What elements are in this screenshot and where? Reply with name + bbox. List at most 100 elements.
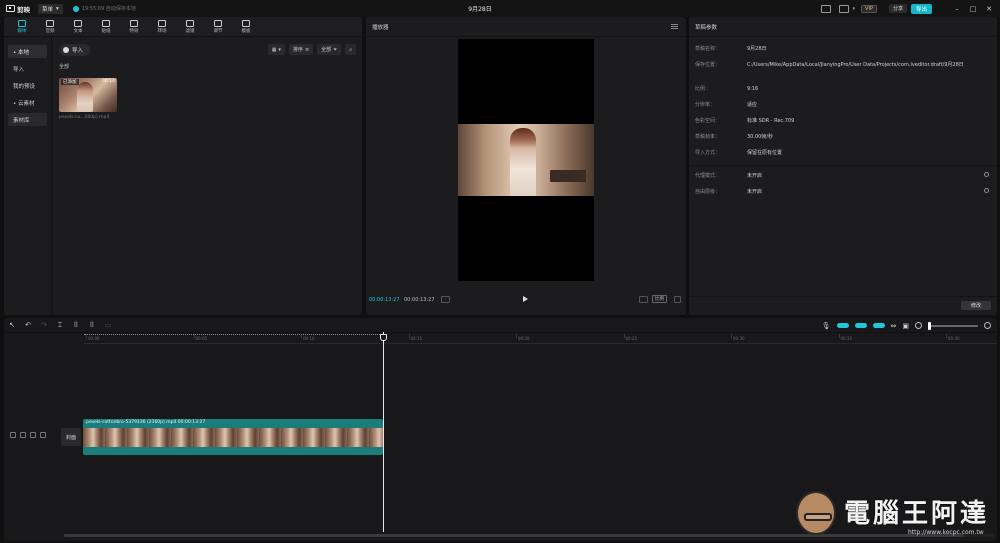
layout-icon[interactable]	[838, 4, 849, 13]
fit-icon[interactable]	[639, 296, 648, 303]
track-controls	[10, 432, 46, 438]
filter-button[interactable]: 全部 ⏷	[317, 44, 342, 55]
audio-icon	[46, 19, 54, 27]
tab-adjust[interactable]: 调节	[204, 17, 232, 36]
playhead[interactable]	[383, 332, 384, 532]
fullscreen-icon[interactable]	[674, 296, 681, 303]
tab-text[interactable]: 文本	[64, 17, 92, 36]
share-button[interactable]: 分享	[888, 4, 907, 13]
player-panel: 播放器 00:00:13:27 00:00:13:27 比例	[366, 17, 686, 315]
nav-local[interactable]: • 本地	[8, 45, 47, 58]
playhead-handle[interactable]	[380, 334, 387, 341]
watermark-text: 電腦王阿達	[844, 499, 990, 529]
linkage-icon[interactable]	[872, 323, 885, 328]
text-icon	[74, 19, 82, 27]
speaker-icon[interactable]	[40, 432, 46, 438]
zoom-slider[interactable]	[928, 321, 978, 330]
play-icon[interactable]	[523, 296, 528, 302]
adjust-icon	[214, 19, 222, 27]
plus-icon	[63, 47, 69, 53]
param-value: C:/Users/Mike/AppData/Local/JianyingPro/…	[747, 62, 964, 68]
timecode-mode-icon[interactable]	[441, 296, 450, 303]
track-visibility-icon[interactable]	[10, 432, 16, 438]
import-label: 导入	[72, 48, 84, 54]
ratio-button[interactable]: 比例	[652, 295, 667, 303]
preview-axis-icon[interactable]: ⇔	[891, 322, 897, 330]
tab-effects[interactable]: 特效	[120, 17, 148, 36]
param-value: 30.00帧/秒	[747, 134, 773, 140]
lock-icon[interactable]	[20, 432, 26, 438]
zoom-out-icon[interactable]	[915, 322, 922, 329]
param-label: 导入方式：	[695, 150, 721, 156]
ruler-tick	[838, 334, 840, 338]
redo-icon[interactable]: ↷	[40, 321, 48, 329]
info-icon[interactable]	[984, 188, 989, 193]
tab-sticker[interactable]: 贴纸	[92, 17, 120, 36]
select-cursor-icon[interactable]: ↖	[8, 321, 16, 329]
trim-right-icon[interactable]: ⌷	[88, 321, 96, 329]
info-icon[interactable]	[984, 172, 989, 177]
cover-button[interactable]: 封面	[61, 428, 81, 446]
caption-icon[interactable]: ▣	[902, 322, 909, 330]
undo-icon[interactable]: ↶	[24, 321, 32, 329]
main-track-magnet-icon[interactable]	[836, 323, 849, 328]
microphone-icon[interactable]: 🎙︎	[822, 322, 831, 330]
maximize-icon[interactable]: □	[968, 5, 978, 13]
top-bar: 剪映 菜单 ▾ 19:55:09 自动保存本地 9月28日 ▾ VIP 分享 导…	[0, 0, 1000, 17]
tab-transition[interactable]: 转场	[148, 17, 176, 36]
param-label: 草稿帧率：	[695, 134, 721, 140]
nav-cloud[interactable]: • 云素材	[8, 96, 47, 109]
view-toggle-button[interactable]: ▦ ▾	[267, 44, 285, 55]
video-preview[interactable]	[458, 39, 594, 281]
cloud-icon	[72, 5, 79, 12]
tab-label: 音频	[45, 28, 55, 34]
ruler-tick-label: 00:25	[625, 336, 638, 341]
eye-icon[interactable]	[30, 432, 36, 438]
sticker-icon	[102, 19, 110, 27]
nav-my-presets[interactable]: 我的预设	[8, 79, 47, 92]
tab-audio[interactable]: 音频	[36, 17, 64, 36]
menu-button[interactable]: 菜单 ▾	[38, 3, 63, 14]
autosave-text: 19:55:09 自动保存本地	[81, 6, 136, 12]
draft-params-panel: 草稿参数 草稿名称： 9月28日 保存位置： C:/Users/Mike/AppDat…	[689, 17, 997, 315]
media-clip-thumbnail[interactable]: 已添加 00:14	[59, 78, 117, 112]
project-title: 9月28日	[468, 6, 492, 13]
zoom-in-icon[interactable]	[984, 322, 991, 329]
auto-snap-icon[interactable]	[854, 323, 867, 328]
clip-label: pexels-cottonbro-5379136 (2160p).mp4 00:…	[86, 420, 206, 425]
tab-template[interactable]: 模板	[232, 17, 260, 36]
menu-icon[interactable]	[671, 24, 678, 29]
param-label: 比例：	[695, 86, 711, 92]
ruler-tick-label: 00:30	[733, 336, 745, 341]
tab-filter[interactable]: 滤镜	[176, 17, 204, 36]
delete-icon[interactable]: ▭	[104, 321, 112, 329]
tab-media[interactable]: 媒体	[8, 17, 36, 36]
trim-left-icon[interactable]: ⌷	[72, 321, 80, 329]
mascot-logo	[796, 491, 836, 535]
zoom-knob[interactable]	[928, 321, 931, 330]
split-icon[interactable]: ⌶	[56, 321, 64, 329]
tool-tabs: 媒体 音频 文本 贴纸 特效 转场 滤镜 调节 模板	[4, 17, 362, 37]
export-button[interactable]: 导出	[910, 3, 932, 14]
close-icon[interactable]: ✕	[984, 5, 994, 13]
video-clip[interactable]: pexels-cottonbro-5379136 (2160p).mp4 00:…	[83, 419, 383, 455]
shortcut-icon[interactable]	[820, 4, 831, 13]
ruler-tick-label: 00:00	[88, 336, 100, 341]
nav-import[interactable]: 导入	[8, 62, 47, 75]
search-button[interactable]: ⌕	[345, 44, 356, 55]
sort-button[interactable]: 排序 ≡	[288, 44, 314, 55]
param-label: 色彩空间：	[695, 118, 721, 124]
vip-badge[interactable]: VIP	[861, 4, 877, 13]
filter-label: 全部	[321, 47, 332, 53]
media-panel: 媒体 音频 文本 贴纸 特效 转场 滤镜 调节 模板 • 本地 导入 我的预设 • 云素材 素材…	[4, 17, 362, 315]
sort-label: 排序	[292, 47, 303, 53]
modify-button[interactable]: 修改	[960, 301, 991, 310]
import-button[interactable]: 导入	[59, 44, 91, 56]
chevron-down-icon[interactable]: ▾	[853, 6, 856, 12]
param-value: 9月28日	[747, 46, 767, 52]
clip-frames	[83, 428, 383, 447]
timeline-ruler[interactable]: 00:00 00:05 00:10 00:15 00:20 00:25 00:30 00:35…	[84, 334, 997, 344]
nav-library[interactable]: 素材库	[8, 113, 47, 126]
mascot-glasses	[804, 513, 832, 521]
minimize-icon[interactable]: –	[952, 5, 962, 13]
